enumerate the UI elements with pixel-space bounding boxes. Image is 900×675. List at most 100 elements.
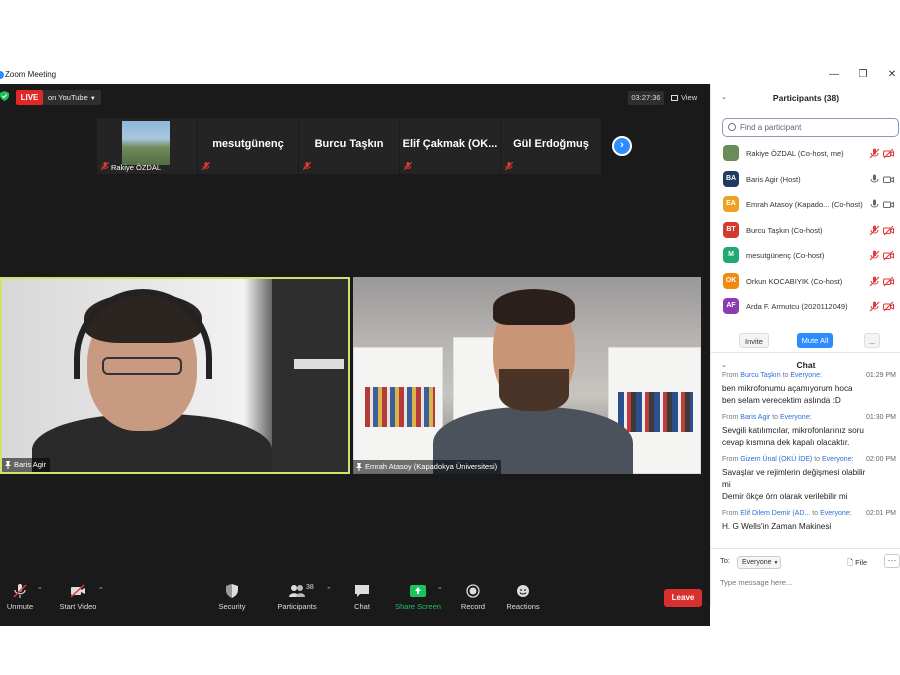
thumbnail-tile[interactable]: mesutgünenç bbox=[198, 118, 298, 174]
reactions-button[interactable]: Reactions bbox=[505, 584, 541, 624]
mute-all-button[interactable]: Mute All bbox=[797, 333, 833, 348]
pin-icon bbox=[356, 463, 362, 471]
view-button[interactable]: View bbox=[671, 91, 705, 105]
view-label: View bbox=[681, 93, 698, 102]
video-tile[interactable]: Emrah Atasoy (Kapadokya Üniversitesi) bbox=[353, 277, 701, 474]
grid-view-icon bbox=[671, 95, 678, 101]
sender-name[interactable]: Baris Agir bbox=[740, 414, 770, 421]
start-video-label: Start Video bbox=[59, 602, 97, 611]
chevron-right-icon[interactable]: › bbox=[612, 136, 632, 156]
shelf-books bbox=[618, 392, 693, 432]
sender-name[interactable]: Burcu Taşkın bbox=[740, 372, 780, 379]
recipient-dropdown[interactable]: Everyone ▼ bbox=[737, 556, 781, 569]
mic-muted-icon[interactable] bbox=[869, 276, 880, 287]
message-text: Sevgili katılımcılar, mikrofonlarınız so… bbox=[722, 426, 864, 435]
avatar: BA bbox=[723, 170, 739, 187]
participant-row[interactable]: BT Burcu Taşkın (Co-host) bbox=[711, 218, 900, 244]
chevron-up-icon[interactable]: ⌃ bbox=[37, 586, 43, 594]
reactions-label: Reactions bbox=[506, 602, 540, 611]
chat-bubble-icon bbox=[355, 585, 369, 597]
leave-button[interactable]: Leave bbox=[664, 589, 702, 607]
video-off-icon[interactable] bbox=[883, 148, 894, 159]
thumbnail-tile[interactable]: Elif Çakmak (OK... bbox=[400, 118, 500, 174]
participants-count: 38 bbox=[306, 584, 314, 591]
thumbnail-tile[interactable]: Burcu Taşkın bbox=[299, 118, 399, 174]
chat-message-meta: From Elif Dilem Demir (AD... to Everyone… bbox=[722, 510, 900, 521]
thumbnail-name: mesutgünenç bbox=[212, 138, 284, 150]
chat-button[interactable]: Chat bbox=[350, 584, 374, 624]
participant-row[interactable]: BA Baris Agir (Host) bbox=[711, 167, 900, 193]
participant-name: Arda F. Armutcu (2020112049) bbox=[746, 302, 848, 311]
mic-icon[interactable] bbox=[869, 174, 880, 185]
video-tile-active-speaker[interactable]: Baris Agir bbox=[0, 277, 350, 474]
reactions-icon bbox=[517, 585, 529, 597]
mic-muted-icon bbox=[505, 162, 513, 171]
share-screen-button[interactable]: Share Screen bbox=[394, 584, 442, 624]
chevron-up-icon[interactable]: ⌃ bbox=[326, 586, 332, 594]
chevron-down-icon: ▼ bbox=[89, 96, 96, 102]
mic-icon[interactable] bbox=[869, 199, 880, 210]
mic-muted-icon bbox=[404, 162, 412, 171]
mic-muted-icon[interactable] bbox=[869, 148, 880, 159]
video-icon[interactable] bbox=[883, 174, 894, 185]
participant-row[interactable]: Mmesutgünenç (Co-host) bbox=[711, 243, 900, 269]
file-button[interactable]: 🗋 File bbox=[847, 557, 867, 570]
participant-row[interactable]: EA Emrah Atasoy (Kapado... (Co-host) bbox=[711, 192, 900, 218]
chevron-up-icon[interactable]: ⌃ bbox=[437, 586, 443, 594]
message-text: Demir ökçe örn olarak verilebilir mi bbox=[722, 492, 848, 501]
to-label: to bbox=[814, 456, 821, 463]
security-button[interactable]: Security bbox=[214, 584, 250, 624]
chat-message: From Gizem Ünal (OKÜ İDE) to Everyone: 0… bbox=[722, 456, 900, 503]
invite-button[interactable]: Invite bbox=[739, 333, 769, 348]
message-text: mi bbox=[722, 480, 731, 489]
tile-name: Baris Agir bbox=[14, 460, 47, 469]
video-icon[interactable] bbox=[883, 199, 894, 210]
chat-messages: From Burcu Taşkın to Everyone: 01:29 PM b… bbox=[722, 372, 900, 540]
more-options-button[interactable]: ... bbox=[864, 333, 880, 348]
to-label: To: bbox=[720, 556, 731, 565]
recipient-name[interactable]: Everyone: bbox=[820, 510, 852, 517]
start-video-button[interactable]: Start Video bbox=[56, 584, 100, 624]
close-button[interactable]: ✕ bbox=[884, 68, 900, 82]
live-target-dropdown[interactable]: on YouTube ▼ bbox=[43, 90, 101, 105]
mic-muted-icon[interactable] bbox=[869, 225, 880, 236]
recipient-name[interactable]: Everyone: bbox=[822, 456, 854, 463]
participant-row[interactable]: Rakiye ÖZDAL (Co-host, me) bbox=[711, 141, 900, 167]
chat-message-input[interactable] bbox=[720, 575, 896, 589]
security-shield-icon bbox=[226, 584, 238, 598]
from-label: From bbox=[722, 510, 739, 517]
unmute-button[interactable]: Unmute bbox=[2, 584, 38, 624]
participant-row[interactable]: AF Arda F. Armutcu (2020112049) bbox=[711, 294, 900, 320]
mic-muted-icon[interactable] bbox=[869, 250, 880, 261]
video-off-icon[interactable] bbox=[883, 276, 894, 287]
mic-muted-icon bbox=[101, 162, 109, 171]
participant-video bbox=[122, 121, 170, 165]
chat-message: From Baris Agir to Everyone: 01:30 PM Sev… bbox=[722, 414, 900, 449]
chevron-up-icon[interactable]: ⌃ bbox=[98, 586, 104, 594]
sender-name[interactable]: Gizem Ünal (OKÜ İDE) bbox=[740, 456, 812, 463]
thumbnail-tile[interactable]: Rakiye ÖZDAL bbox=[97, 118, 197, 174]
chat-more-button[interactable]: ··· bbox=[884, 554, 900, 568]
thumbnail-name: Elif Çakmak (OK... bbox=[402, 138, 498, 150]
participant-search[interactable]: Find a participant bbox=[722, 118, 899, 137]
video-off-icon[interactable] bbox=[883, 250, 894, 261]
message-text: ben mikrofonumu açamıyorum hoca bbox=[722, 384, 853, 393]
record-button[interactable]: Record bbox=[458, 584, 488, 624]
minimize-button[interactable]: — bbox=[826, 68, 842, 82]
recipient-name[interactable]: Everyone: bbox=[780, 414, 812, 421]
mic-muted-icon[interactable] bbox=[869, 301, 880, 312]
video-off-icon[interactable] bbox=[883, 225, 894, 236]
live-badge[interactable]: LIVE bbox=[16, 90, 43, 105]
meeting-top-bar: LIVE on YouTube ▼ 03:27:36 View bbox=[0, 88, 710, 106]
message-text: Savaşlar ve rejimlerin değişmesi olabili… bbox=[722, 468, 866, 477]
participant-row[interactable]: OK Orkun KOCABIYIK (Co-host) bbox=[711, 269, 900, 295]
mic-muted-icon bbox=[13, 584, 27, 598]
sender-name[interactable]: Elif Dilem Demir (AD... bbox=[740, 510, 810, 517]
thumbnail-tile[interactable]: Gül Erdoğmuş bbox=[501, 118, 601, 174]
shield-check-icon[interactable] bbox=[0, 91, 9, 101]
message-text: cevap kısmına dek kapalı olacaktır. bbox=[722, 438, 850, 447]
avatar: BT bbox=[723, 221, 739, 238]
video-off-icon[interactable] bbox=[883, 301, 894, 312]
recipient-name[interactable]: Everyone: bbox=[790, 372, 822, 379]
maximize-button[interactable]: ❐ bbox=[855, 68, 871, 82]
